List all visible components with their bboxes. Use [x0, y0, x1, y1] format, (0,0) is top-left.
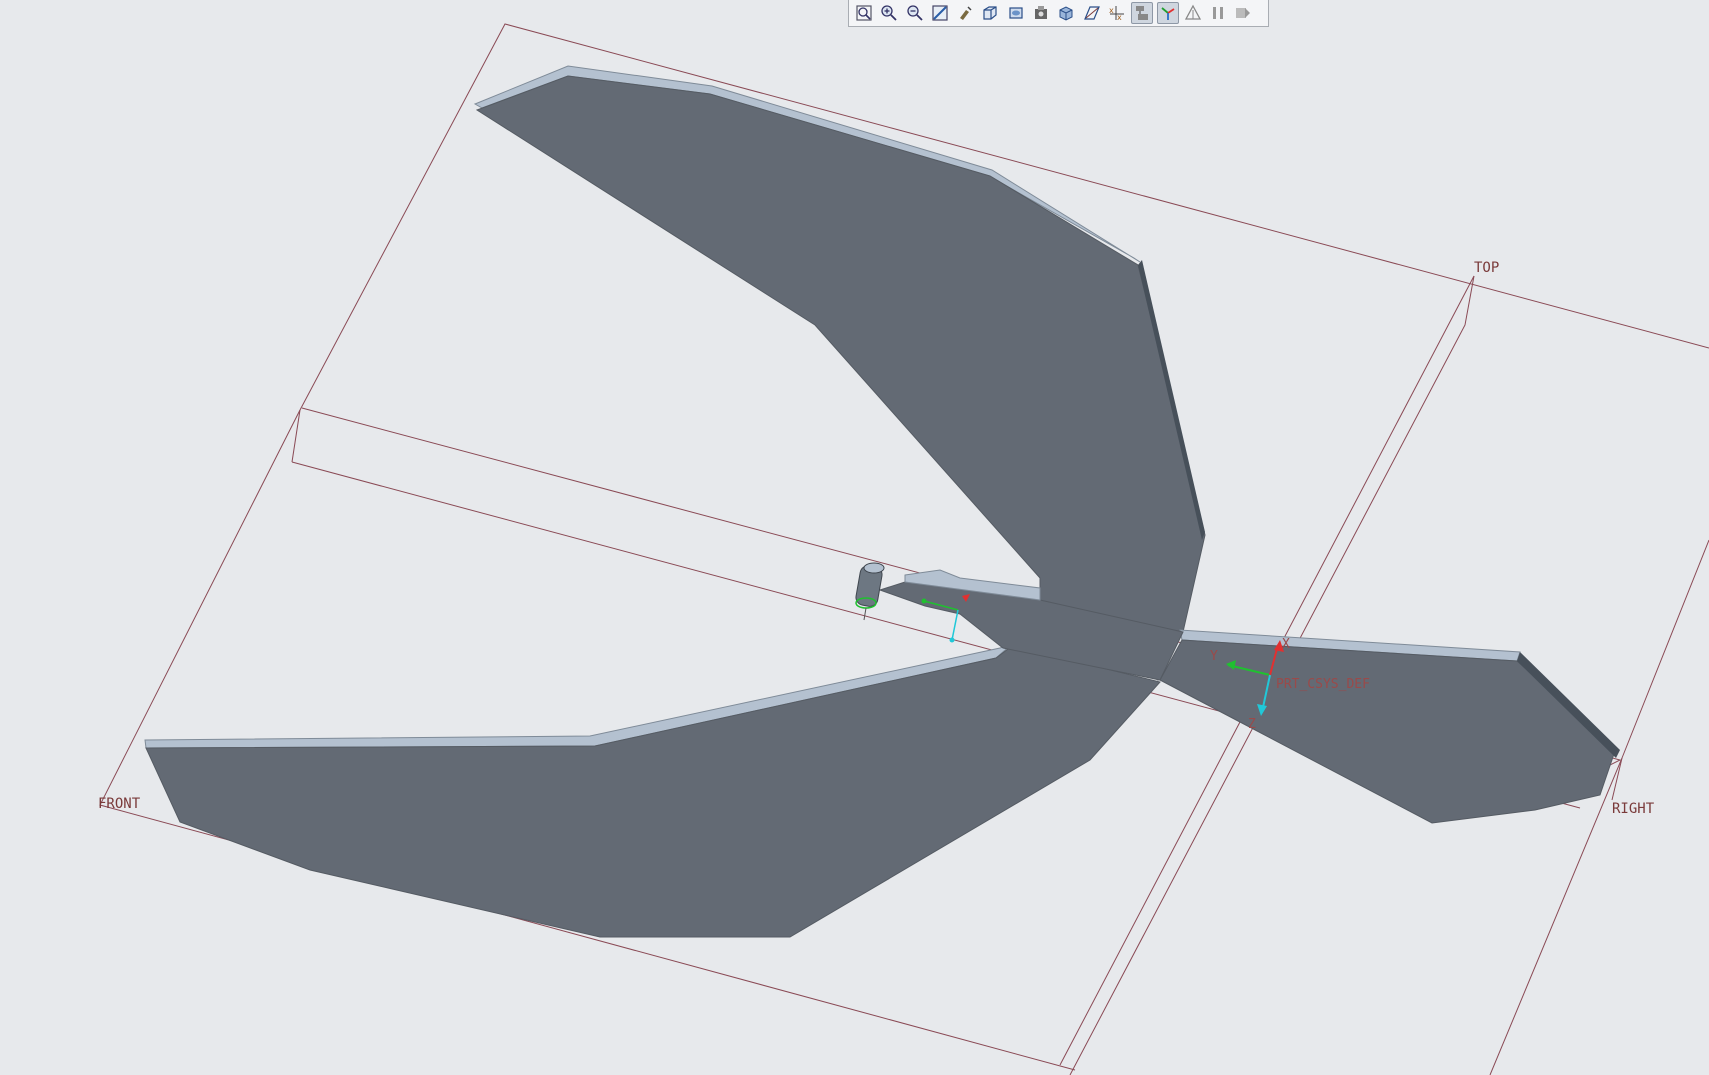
spin-center-button[interactable]: [1156, 2, 1179, 24]
zoom-out-button[interactable]: [904, 2, 926, 24]
end-icon: [1236, 8, 1251, 18]
annotation-display-button[interactable]: [1182, 2, 1204, 24]
datum-display-filter-button[interactable]: [1081, 2, 1103, 24]
pause-button[interactable]: [1207, 2, 1229, 24]
csys-display-button[interactable]: [1131, 2, 1154, 24]
datum-points-icon: xx: [1109, 6, 1124, 22]
pan-zoom-button[interactable]: [954, 2, 976, 24]
saved-orientations-button[interactable]: [979, 2, 1001, 24]
pause-icon: [1213, 7, 1224, 19]
csys-axis-x-label: X: [1282, 637, 1290, 652]
graphics-window[interactable]: X Y Z PRT_CSYS_DEF TOP FRONT RIGHT: [0, 0, 1709, 1075]
csys-name-label: PRT_CSYS_DEF: [1276, 677, 1370, 692]
refit-button[interactable]: [853, 2, 875, 24]
end-button[interactable]: [1232, 2, 1254, 24]
datum-label-front: FRONT: [98, 796, 141, 812]
refit-icon: [856, 5, 872, 21]
csys-axis-y-label: Y: [1210, 649, 1218, 664]
pan-zoom-icon: [960, 6, 972, 20]
repaint-icon: [932, 5, 948, 21]
part-model[interactable]: [144, 65, 1620, 938]
display-style-button[interactable]: [1030, 2, 1052, 24]
zoom-in-button[interactable]: [878, 2, 900, 24]
view-manager-icon: [1009, 7, 1023, 19]
datum-label-right: RIGHT: [1612, 801, 1655, 817]
repaint-button[interactable]: [929, 2, 951, 24]
datum-points-button[interactable]: xx: [1106, 2, 1128, 24]
display-style-icon: [1035, 6, 1048, 19]
shade-icon: [1059, 6, 1073, 21]
graphics-toolbar: xx: [848, 0, 1269, 27]
datum-label-top: TOP: [1474, 260, 1499, 276]
csys-axis-z-label: Z: [1248, 717, 1256, 732]
datum-display-filter-icon: [1083, 6, 1100, 20]
saved-orientations-icon: [983, 6, 998, 20]
zoom-out-icon: [906, 5, 923, 21]
annotation-display-icon: [1184, 4, 1201, 20]
spin-center-icon: [1160, 7, 1175, 20]
csys-display-icon: [1136, 6, 1149, 20]
shade-button[interactable]: [1055, 2, 1077, 24]
zoom-in-icon: [881, 5, 897, 21]
view-manager-button[interactable]: [1005, 2, 1027, 24]
